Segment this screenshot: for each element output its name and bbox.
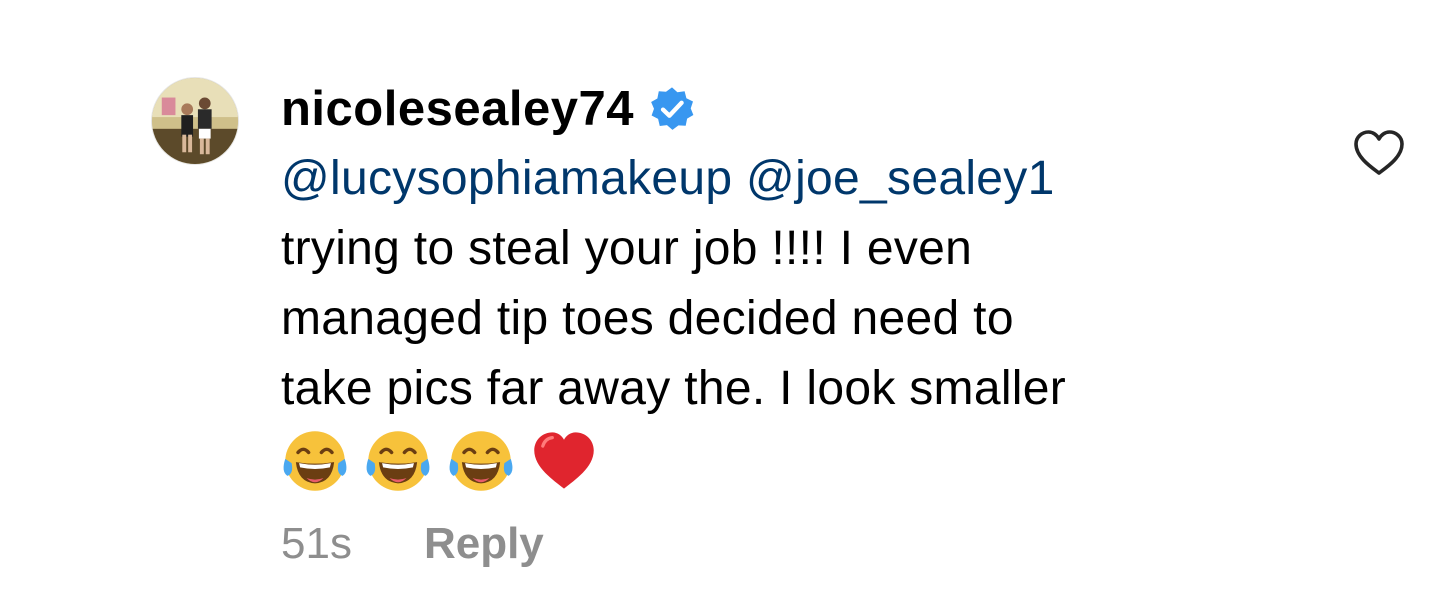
comment-meta: 51s Reply [281, 512, 544, 576]
comment-text: @lucysophiamakeup @joe_sealey1 trying to… [281, 144, 1291, 424]
reply-button[interactable]: Reply [424, 519, 544, 569]
comment-text-line: trying to steal your job !!!! I even [281, 222, 973, 275]
username[interactable]: nicolesealey74 [281, 78, 634, 140]
comment-body: nicolesealey74 @lucysophiamakeup @joe_se… [281, 78, 1291, 496]
comment: nicolesealey74 @lucysophiamakeup @joe_se… [0, 0, 1440, 609]
mentions-line: @lucysophiamakeup @joe_sealey1 [281, 144, 1291, 214]
mention-link[interactable]: @lucysophiamakeup [281, 152, 732, 205]
face-with-tears-of-joy-icon [364, 427, 432, 495]
face-with-tears-of-joy-icon [281, 427, 349, 495]
face-with-tears-of-joy-icon [447, 427, 515, 495]
emoji-row [281, 426, 1291, 496]
comment-text-line: managed tip toes decided need to [281, 292, 1014, 345]
avatar[interactable] [151, 77, 239, 165]
red-heart-icon [530, 427, 598, 495]
verified-badge-icon [648, 85, 696, 133]
timestamp: 51s [281, 519, 352, 568]
username-line: nicolesealey74 [281, 78, 1291, 140]
mention-link[interactable]: @joe_sealey1 [746, 152, 1055, 205]
heart-outline-icon[interactable] [1352, 128, 1406, 178]
comment-text-line: take pics far away the. I look smaller [281, 362, 1067, 415]
